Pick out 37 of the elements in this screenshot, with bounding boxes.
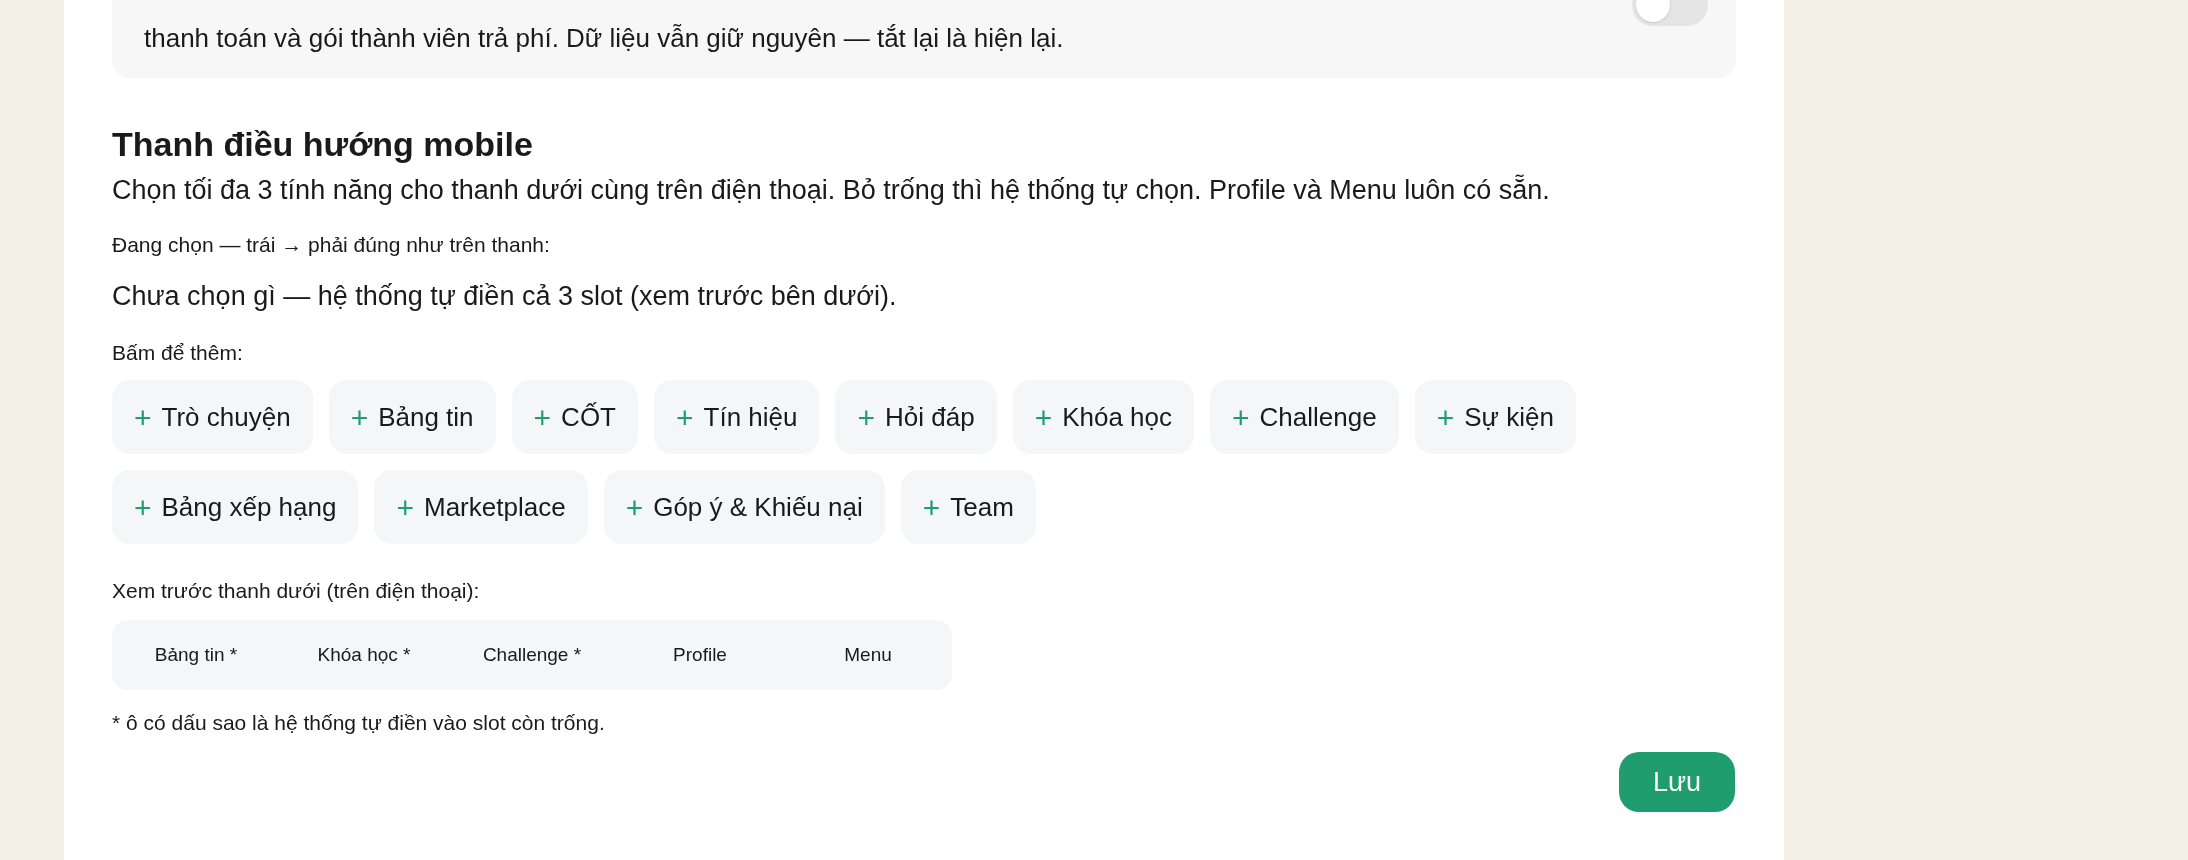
preview-label: Xem trước thanh dưới (trên điện thoại): [112, 578, 481, 604]
feature-chip[interactable]: + Tín hiệu [654, 380, 820, 454]
plus-icon: + [857, 394, 875, 440]
feature-chip[interactable]: + Bảng xếp hạng [112, 470, 359, 544]
plus-icon: + [922, 484, 941, 530]
feature-chip[interactable]: + Hỏi đáp [835, 380, 997, 454]
plus-icon: + [350, 394, 369, 440]
panel-description: thanh toán và gói thành viên trả phí. Dữ liệu vẫn giữ nguyên — tắt lại là hiện lại. [144, 22, 1064, 55]
plus-icon: + [134, 484, 152, 530]
feature-chip[interactable]: + Challenge [1210, 380, 1399, 454]
feature-chip[interactable]: + Trò chuyện [112, 380, 313, 454]
plus-icon: + [625, 484, 644, 530]
add-label: Bấm để thêm: [112, 340, 244, 366]
footnote: * ô có dấu sao là hệ thống tự điền vào slot còn trống. [112, 710, 606, 736]
plus-icon: + [533, 394, 552, 440]
nav-slot: Khóa học * [280, 640, 448, 670]
plus-icon: + [134, 394, 152, 440]
feature-chip[interactable]: + Sự kiện [1414, 380, 1576, 454]
feature-chip[interactable]: + CỐT [511, 380, 638, 454]
plus-icon: + [1034, 394, 1053, 440]
nav-slot: Profile [616, 640, 784, 670]
feature-chip[interactable]: + Marketplace [374, 470, 588, 544]
plus-icon: + [396, 484, 414, 530]
nav-slot: Bảng tin * [112, 640, 280, 670]
plus-icon: + [676, 394, 694, 440]
section-heading: Thanh điều hướng mobile [112, 124, 534, 165]
plus-icon: + [1436, 394, 1455, 440]
feature-chip[interactable]: + Góp ý & Khiếu nại [603, 470, 885, 544]
section-description: Chọn tối đa 3 tính năng cho thanh dưới cùng trên điện thoại. Bỏ trống thì hệ thống tự chọn. Profile và Menu luôn có sẵn. [112, 173, 1551, 207]
current-label: Đang chọn — trái → phải đúng như trên thanh: [112, 232, 551, 258]
feature-chip[interactable]: + Bảng tin [328, 380, 496, 454]
nav-slot: Menu [784, 640, 952, 670]
feature-chip[interactable]: + Team [900, 470, 1036, 544]
nav-slot: Challenge * [448, 640, 616, 670]
current-value: Chưa chọn gì — hệ thống tự điền cả 3 slot (xem trước bên dưới). [112, 280, 898, 313]
plus-icon: + [1232, 394, 1250, 440]
feature-chip[interactable]: + Khóa học [1012, 380, 1195, 454]
